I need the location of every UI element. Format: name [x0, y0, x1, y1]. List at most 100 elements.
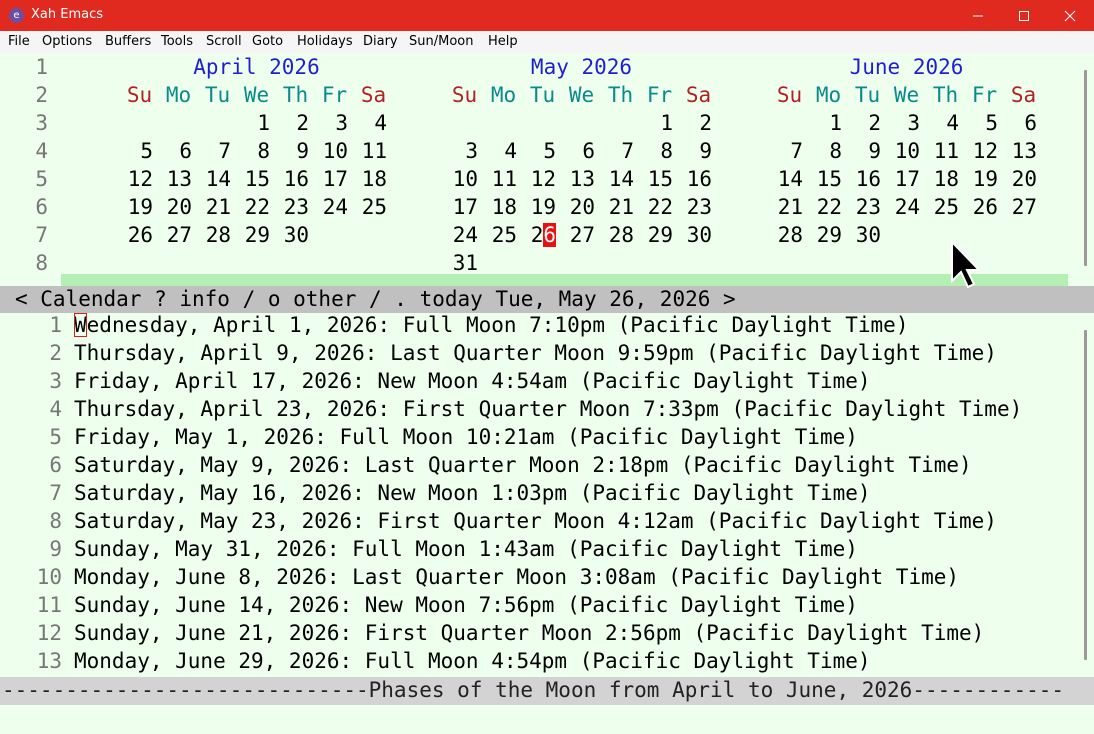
calendar-day[interactable]: 31 [439, 251, 478, 275]
calendar-day[interactable]: 18 [348, 167, 387, 191]
calendar-day[interactable]: 1 [634, 111, 673, 135]
calendar-day[interactable]: 11 [348, 139, 387, 163]
calendar-day[interactable]: 17 [309, 167, 348, 191]
calendar-day[interactable]: 30 [270, 223, 309, 247]
calendar-day[interactable]: 23 [270, 195, 309, 219]
calendar-day[interactable]: 13 [556, 167, 595, 191]
calendar-day-today[interactable]: 26 [517, 223, 556, 247]
moon-phase-line[interactable]: Friday, May 1, 2026: Full Moon 10:21am (… [74, 425, 858, 449]
calendar-day[interactable]: 23 [673, 195, 712, 219]
calendar-day[interactable]: 28 [764, 223, 803, 247]
calendar-day[interactable]: 19 [114, 195, 153, 219]
moon-phase-line[interactable]: Friday, April 17, 2026: New Moon 4:54am … [74, 369, 871, 393]
calendar-day[interactable]: 5 [114, 139, 153, 163]
calendar-day[interactable]: 12 [517, 167, 556, 191]
calendar-day[interactable]: 20 [998, 167, 1037, 191]
calendar-day[interactable]: 2 [270, 111, 309, 135]
calendar-day[interactable]: 29 [803, 223, 842, 247]
calendar-day[interactable]: 21 [595, 195, 634, 219]
calendar-day[interactable]: 21 [192, 195, 231, 219]
calendar-scrollbar[interactable] [1084, 70, 1087, 266]
calendar-day[interactable]: 16 [842, 167, 881, 191]
calendar-day[interactable]: 8 [803, 139, 842, 163]
calendar-day[interactable]: 1 [231, 111, 270, 135]
calendar-day[interactable]: 3 [881, 111, 920, 135]
calendar-day[interactable]: 15 [634, 167, 673, 191]
moon-phase-line[interactable]: Sunday, June 21, 2026: First Quarter Moo… [74, 621, 984, 645]
calendar-day[interactable]: 24 [309, 195, 348, 219]
calendar-day[interactable]: 4 [920, 111, 959, 135]
moon-phase-line[interactable]: Sunday, June 14, 2026: New Moon 7:56pm (… [74, 593, 858, 617]
moon-phase-line[interactable]: Saturday, May 16, 2026: New Moon 1:03pm … [74, 481, 871, 505]
calendar-day[interactable]: 4 [478, 139, 517, 163]
calendar-day[interactable]: 12 [114, 167, 153, 191]
calendar-day[interactable]: 6 [556, 139, 595, 163]
moon-phase-line[interactable]: Thursday, April 23, 2026: First Quarter … [74, 397, 1022, 421]
calendar-day[interactable]: 9 [673, 139, 712, 163]
calendar-day[interactable]: 8 [634, 139, 673, 163]
calendar-day[interactable]: 15 [231, 167, 270, 191]
menu-holidays[interactable]: Holidays [297, 34, 353, 49]
calendar-day[interactable]: 14 [595, 167, 634, 191]
calendar-day[interactable]: 1 [803, 111, 842, 135]
menu-scroll[interactable]: Scroll [206, 34, 242, 49]
calendar-pane[interactable]: 1 2 3 4 5 6 7 8 April 2026 Su Mo Tu We Th Fr Sa 1 2 3 4 5 6 7 8… [0, 53, 1094, 302]
moon-phase-line[interactable]: Wednesday, April 1, 2026: Full Moon 7:10… [74, 313, 908, 337]
calendar-day[interactable]: 15 [803, 167, 842, 191]
calendar-day[interactable]: 7 [192, 139, 231, 163]
calendar-day[interactable]: 28 [595, 223, 634, 247]
calendar-day[interactable]: 22 [231, 195, 270, 219]
minibuffer[interactable] [0, 705, 1094, 734]
calendar-day[interactable]: 27 [998, 195, 1037, 219]
calendar-day[interactable]: 25 [348, 195, 387, 219]
menu-goto[interactable]: Goto [252, 34, 283, 49]
calendar-day[interactable]: 25 [478, 223, 517, 247]
calendar-day[interactable]: 29 [634, 223, 673, 247]
menu-help[interactable]: Help [488, 34, 518, 49]
moon-phase-line[interactable]: Monday, June 8, 2026: Last Quarter Moon … [74, 565, 959, 589]
calendar-day[interactable]: 23 [842, 195, 881, 219]
calendar-day[interactable]: 20 [556, 195, 595, 219]
calendar-day[interactable]: 5 [517, 139, 556, 163]
calendar-day[interactable]: 24 [439, 223, 478, 247]
calendar-day[interactable]: 7 [764, 139, 803, 163]
calendar-day[interactable]: 9 [842, 139, 881, 163]
calendar-day[interactable]: 24 [881, 195, 920, 219]
calendar-day[interactable]: 22 [634, 195, 673, 219]
calendar-day[interactable]: 6 [998, 111, 1037, 135]
maximize-button[interactable] [1001, 0, 1047, 31]
calendar-day[interactable]: 30 [673, 223, 712, 247]
close-button[interactable] [1047, 0, 1093, 31]
menu-options[interactable]: Options [42, 34, 92, 49]
moon-phase-line[interactable]: Saturday, May 9, 2026: Last Quarter Moon… [74, 453, 972, 477]
calendar-day[interactable]: 29 [231, 223, 270, 247]
calendar-day[interactable]: 16 [270, 167, 309, 191]
calendar-day[interactable]: 5 [959, 111, 998, 135]
calendar-day[interactable]: 19 [959, 167, 998, 191]
moon-phase-line[interactable]: Thursday, April 9, 2026: Last Quarter Mo… [74, 341, 997, 365]
calendar-day[interactable]: 19 [517, 195, 556, 219]
menu-diary[interactable]: Diary [363, 34, 398, 49]
calendar-day[interactable]: 14 [192, 167, 231, 191]
calendar-day[interactable]: 16 [673, 167, 712, 191]
calendar-day[interactable]: 9 [270, 139, 309, 163]
calendar-day[interactable]: 25 [920, 195, 959, 219]
calendar-day[interactable]: 17 [881, 167, 920, 191]
menu-file[interactable]: File [8, 34, 30, 49]
calendar-day[interactable]: 2 [842, 111, 881, 135]
calendar-day[interactable]: 27 [153, 223, 192, 247]
menu-sun-moon[interactable]: Sun/Moon [409, 34, 473, 49]
title-bar[interactable]: e Xah Emacs [0, 0, 1094, 31]
calendar-day[interactable]: 18 [478, 195, 517, 219]
minimize-button[interactable] [955, 0, 1001, 31]
calendar-day[interactable]: 10 [309, 139, 348, 163]
calendar-day[interactable]: 13 [153, 167, 192, 191]
calendar-day[interactable]: 2 [673, 111, 712, 135]
calendar-day[interactable]: 4 [348, 111, 387, 135]
moon-phases-pane[interactable]: 1 Wednesday, April 1, 2026: Full Moon 7:1… [0, 313, 1094, 677]
calendar-day[interactable]: 3 [309, 111, 348, 135]
calendar-day[interactable]: 7 [595, 139, 634, 163]
calendar-day[interactable]: 28 [192, 223, 231, 247]
calendar-day[interactable]: 13 [998, 139, 1037, 163]
calendar-day[interactable]: 11 [478, 167, 517, 191]
